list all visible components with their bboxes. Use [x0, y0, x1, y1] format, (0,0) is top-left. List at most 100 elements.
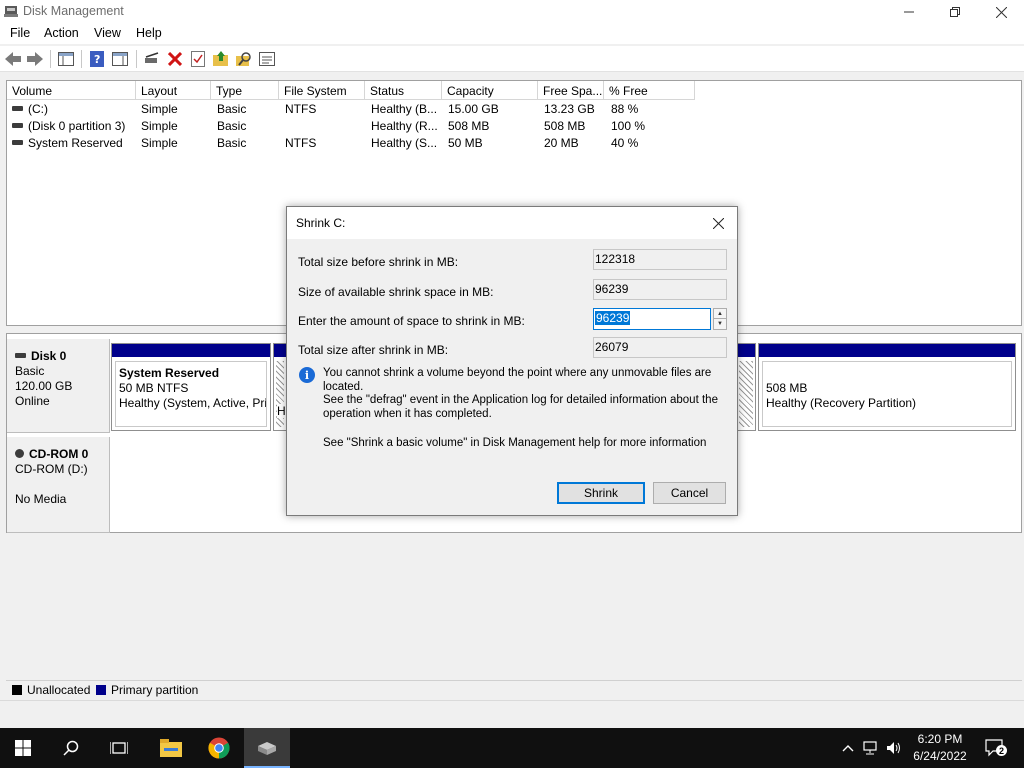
chrome-icon[interactable]	[196, 728, 242, 768]
close-button[interactable]	[978, 0, 1024, 24]
spin-down-icon[interactable]: ▼	[714, 319, 726, 329]
delete-icon[interactable]	[166, 50, 184, 68]
available-shrink-label: Size of available shrink space in MB:	[298, 285, 494, 299]
menu-action[interactable]: Action	[44, 26, 79, 40]
partition-c-right-edge[interactable]	[736, 343, 756, 431]
primary-partition-bar	[759, 344, 1015, 357]
selected-partition-hatch	[739, 361, 753, 427]
free-space-cell: 508 MB	[544, 119, 586, 133]
dialog-close-icon[interactable]	[701, 209, 735, 237]
toolbar-separator	[136, 50, 137, 68]
column-percent-free[interactable]: % Free	[604, 81, 695, 100]
forward-icon[interactable]	[26, 50, 44, 68]
shrink-amount-label: Enter the amount of space to shrink in M…	[298, 314, 525, 328]
cdrom-0-type: CD-ROM (D:)	[15, 462, 88, 476]
chevron-up-icon[interactable]	[840, 740, 856, 756]
status-cell: Healthy (R...	[371, 119, 438, 133]
clock-date[interactable]: 6/24/2022	[908, 749, 972, 763]
cancel-button[interactable]: Cancel	[653, 482, 726, 504]
volume-name: (Disk 0 partition 3)	[28, 119, 126, 133]
volume-cell: (Disk 0 partition 3)	[12, 119, 125, 133]
partition-c-fragment: H	[277, 404, 286, 418]
disk-management-app-icon	[4, 5, 18, 18]
table-row[interactable]: System Reserved Simple Basic NTFS Health…	[7, 134, 1021, 151]
shrink-button[interactable]: Shrink	[557, 482, 645, 504]
column-free-space[interactable]: Free Spa...	[538, 81, 604, 100]
cdrom-0-label[interactable]: CD-ROM 0 CD-ROM (D:) No Media	[7, 437, 110, 533]
disk-0-label[interactable]: Disk 0 Basic 120.00 GB Online	[7, 339, 110, 433]
partition-size: 50 MB NTFS	[119, 381, 189, 395]
folder-up-icon[interactable]	[212, 50, 230, 68]
menu-help[interactable]: Help	[136, 26, 162, 40]
shrink-amount-stepper[interactable]: 96239 ▲ ▼	[593, 308, 727, 330]
capacity-cell: 50 MB	[448, 136, 483, 150]
notification-icon[interactable]: 2	[985, 739, 1007, 757]
percent-free-cell: 40 %	[611, 136, 639, 150]
column-status[interactable]: Status	[365, 81, 442, 100]
column-volume[interactable]: Volume	[7, 81, 136, 100]
total-before-label: Total size before shrink in MB:	[298, 255, 459, 269]
disk-0-type: Basic	[15, 364, 45, 378]
capacity-cell: 15.00 GB	[448, 102, 499, 116]
unallocated-swatch	[12, 685, 22, 695]
action-pane-icon[interactable]	[111, 50, 129, 68]
properties-icon[interactable]	[258, 50, 276, 68]
partition-system-reserved[interactable]: System Reserved 50 MB NTFS Healthy (Syst…	[111, 343, 271, 431]
disk-0-name: Disk 0	[15, 349, 109, 364]
console-tree-icon[interactable]	[57, 50, 75, 68]
menu-file[interactable]: File	[10, 26, 30, 40]
spin-up-icon[interactable]: ▲	[714, 309, 726, 319]
cdrom-0-media: No Media	[15, 492, 67, 506]
available-shrink-value: 96239	[593, 279, 727, 300]
help-text: See "Shrink a basic volume" in Disk Mana…	[323, 437, 707, 449]
info-line: See the "defrag" event in the Applicatio…	[323, 394, 718, 406]
table-row[interactable]: (C:) Simple Basic NTFS Healthy (B... 15.…	[7, 100, 1021, 117]
restore-button[interactable]	[932, 0, 978, 24]
shrink-amount-input[interactable]: 96239	[593, 308, 711, 330]
back-icon[interactable]	[4, 50, 22, 68]
column-file-system[interactable]: File System	[279, 81, 365, 100]
partition-c[interactable]: H	[273, 343, 287, 431]
percent-free-cell: 100 %	[611, 119, 646, 133]
volume-name: (C:)	[28, 102, 48, 116]
search-folder-icon[interactable]	[235, 50, 253, 68]
volume-cell: (C:)	[12, 102, 48, 116]
volume-icon[interactable]	[886, 740, 902, 756]
volume-list-header: Volume Layout Type File System Status Ca…	[7, 81, 1021, 100]
type-cell: Basic	[217, 136, 247, 150]
partition-recovery[interactable]: 508 MB Healthy (Recovery Partition)	[758, 343, 1016, 431]
type-cell: Basic	[217, 102, 247, 116]
dialog-title: Shrink C:	[296, 216, 346, 230]
total-before-value: 122318	[593, 249, 727, 270]
disk-management-taskbar-icon[interactable]	[244, 728, 290, 768]
taskbar: 6:20 PM 6/24/2022 2	[0, 728, 1024, 768]
file-explorer-icon[interactable]	[148, 728, 194, 768]
toolbar-separator	[50, 50, 51, 68]
volume-name: System Reserved	[28, 136, 123, 150]
search-icon[interactable]	[48, 728, 94, 768]
shrink-dialog: Shrink C: Total size before shrink in MB…	[286, 206, 738, 516]
task-view-icon[interactable]	[96, 728, 142, 768]
column-layout[interactable]: Layout	[136, 81, 211, 100]
status-bar	[0, 700, 1024, 724]
minimize-button[interactable]	[886, 0, 932, 24]
free-space-cell: 13.23 GB	[544, 102, 595, 116]
drive-icon	[12, 140, 23, 146]
column-capacity[interactable]: Capacity	[442, 81, 538, 100]
legend: Unallocated Primary partition	[6, 680, 1022, 698]
table-row[interactable]: (Disk 0 partition 3) Simple Basic Health…	[7, 117, 1021, 134]
type-cell: Basic	[217, 119, 247, 133]
help-icon[interactable]: ?	[88, 50, 106, 68]
disk-name: Disk 0	[31, 349, 67, 363]
start-icon[interactable]	[0, 728, 46, 768]
partition-title: System Reserved	[119, 366, 220, 380]
menu-view[interactable]: View	[94, 26, 121, 40]
checklist-icon[interactable]	[189, 50, 207, 68]
column-type[interactable]: Type	[211, 81, 279, 100]
network-icon[interactable]	[863, 740, 879, 756]
disk-0-size: 120.00 GB	[15, 379, 73, 393]
connect-drive-icon[interactable]	[143, 50, 161, 68]
clock-time[interactable]: 6:20 PM	[910, 732, 970, 746]
layout-cell: Simple	[141, 102, 178, 116]
spin-control[interactable]: ▲ ▼	[713, 308, 727, 330]
